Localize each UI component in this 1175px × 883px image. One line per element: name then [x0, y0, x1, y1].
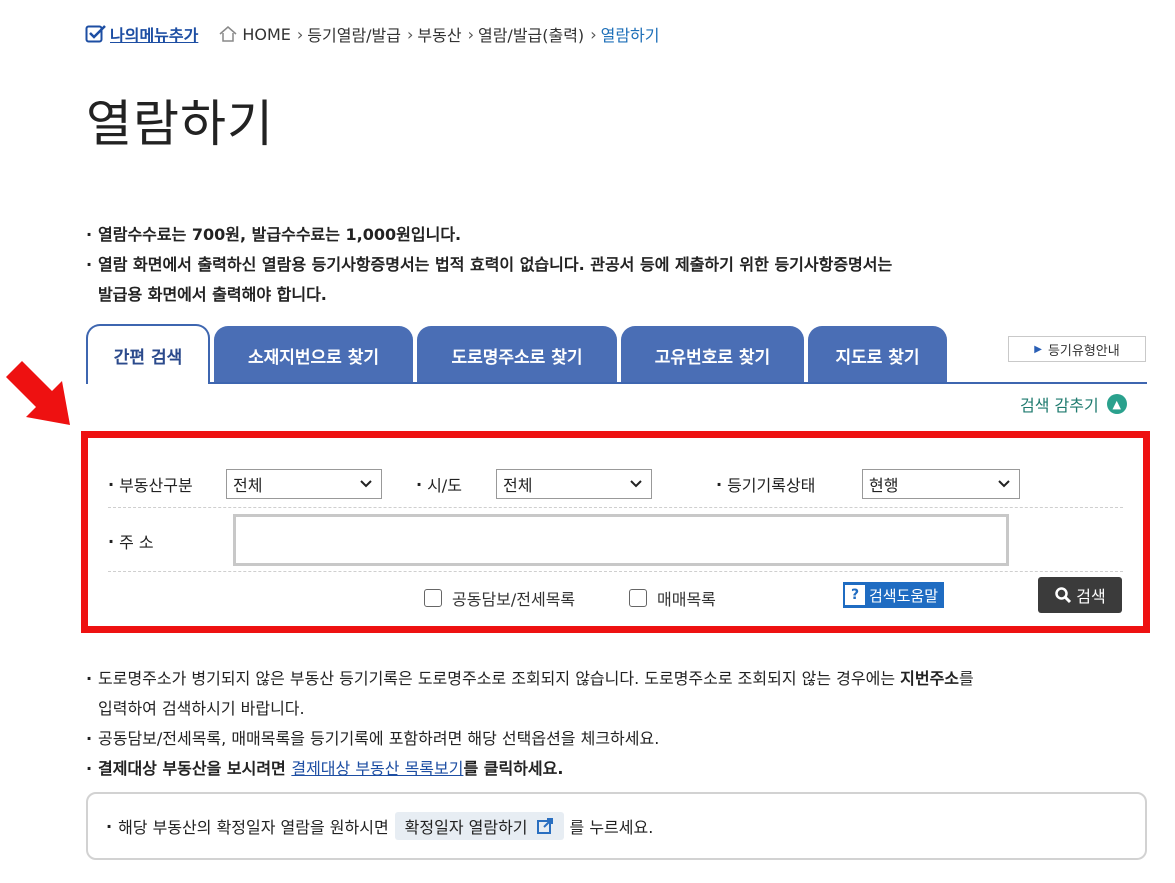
- bullet: ·: [106, 816, 113, 836]
- address-input[interactable]: [233, 514, 1009, 566]
- region-select[interactable]: 전체: [496, 469, 652, 499]
- tab-label: 지도로 찾기: [835, 347, 920, 368]
- breadcrumb-separator-icon: ›: [590, 24, 597, 44]
- breadcrumb-separator-icon: ›: [467, 24, 474, 44]
- annotation-arrow-icon: [6, 361, 70, 425]
- divider: [108, 571, 1123, 572]
- chevron-down-icon: [630, 480, 642, 488]
- tab-label: 소재지번으로 찾기: [247, 347, 380, 368]
- checkbox-label: 공동담보/전세목록: [452, 590, 576, 609]
- confirmation-date-view-button[interactable]: 확정일자 열람하기: [394, 812, 564, 840]
- hide-search-label: 검색 감추기: [1020, 396, 1099, 415]
- registry-type-guide-button[interactable]: ▶ 등기유형안내: [1008, 336, 1146, 362]
- search-icon: [1055, 587, 1072, 604]
- trade-list-checkbox[interactable]: 매매목록: [629, 586, 716, 610]
- checkbox-box[interactable]: [424, 589, 442, 607]
- tab-label: 도로명주소로 찾기: [451, 347, 583, 368]
- usage-notes: · 도로명주소가 병기되지 않은 부동산 등기기록은 도로명주소로 조회되지 않습…: [86, 664, 1166, 784]
- note-text: 를 클릭하세요.: [463, 759, 564, 778]
- tab-simple-search[interactable]: 간편 검색: [86, 324, 210, 384]
- property-type-label: · 부동산구분: [108, 474, 193, 496]
- note-item-continuation: 발급용 화면에서 출력해야 합니다.: [98, 285, 327, 304]
- fee-notes: · 열람수수료는 700원, 발급수수료는 1,000원입니다. · 열람 화면에서…: [86, 220, 1166, 310]
- breadcrumb-item-view-issue[interactable]: 열람/발급(출력): [478, 22, 584, 46]
- tab-map-search[interactable]: 지도로 찾기: [808, 326, 947, 384]
- tab-label: 고유번호로 찾기: [654, 347, 771, 368]
- payment-property-list-link[interactable]: 결제대상 부동산 목록보기: [291, 759, 463, 778]
- note-text: 열람수수료는 700원, 발급수수료는 1,000원입니다.: [98, 225, 462, 244]
- add-my-menu-link[interactable]: 나의메뉴추가: [85, 22, 198, 46]
- address-label: · 주 소: [108, 531, 154, 553]
- property-type-select[interactable]: 전체: [226, 469, 382, 499]
- note-text: 를: [959, 669, 974, 688]
- add-my-menu-label: 나의메뉴추가: [110, 26, 199, 45]
- search-row-address: · 주 소: [108, 510, 1123, 572]
- note-item: · 결제대상 부동산을 보시려면 결제대상 부동산 목록보기를 클릭하세요.: [86, 759, 564, 778]
- info-text: 를 누르세요.: [569, 818, 654, 837]
- note-item-continuation: 입력하여 검색하시기 바랍니다.: [98, 699, 305, 718]
- breadcrumb-separator-icon: ›: [407, 24, 414, 44]
- page-title: 열람하기: [86, 95, 274, 153]
- tab-label: 간편 검색: [113, 347, 183, 368]
- record-status-label: · 등기기록상태: [716, 474, 816, 496]
- search-button-label: 검색: [1076, 587, 1106, 606]
- breadcrumb-item-real-estate[interactable]: 부동산: [417, 22, 461, 46]
- note-item: · 도로명주소가 병기되지 않은 부동산 등기기록은 도로명주소로 조회되지 않습…: [86, 669, 974, 688]
- joint-collateral-checkbox[interactable]: 공동담보/전세목록: [424, 586, 575, 610]
- checkbox-icon: [85, 25, 106, 43]
- info-text: 해당 부동산의 확정일자 열람을 원하시면: [118, 818, 389, 837]
- select-value: 전체: [233, 476, 263, 495]
- tab-unique-number-search[interactable]: 고유번호로 찾기: [621, 326, 804, 384]
- breadcrumb-home[interactable]: HOME: [242, 25, 291, 44]
- divider: [108, 507, 1123, 508]
- chevron-down-icon: [998, 480, 1010, 488]
- note-item: · 열람 화면에서 출력하신 열람용 등기사항증명서는 법적 효력이 없습니다. …: [86, 255, 893, 274]
- help-label: 검색도움말: [869, 586, 939, 605]
- note-emphasis: 지번주소: [900, 669, 960, 688]
- tab-road-address-search[interactable]: 도로명주소로 찾기: [417, 326, 617, 384]
- arrow-right-icon: ▶: [1034, 343, 1042, 355]
- note-text: 결제대상 부동산을 보시려면: [98, 759, 292, 778]
- breadcrumb-item-registry[interactable]: 등기열람/발급: [307, 22, 401, 46]
- note-item: · 공동담보/전세목록, 매매목록을 등기기록에 포함하려면 해당 선택옵션을 체…: [86, 729, 660, 748]
- record-status-select[interactable]: 현행: [862, 469, 1020, 499]
- search-form: · 부동산구분 전체 · 시/도 전체 · 등기기록상태 현행 · 주 소 공동담보/전…: [81, 431, 1150, 633]
- date-button-label: 확정일자 열람하기: [404, 818, 528, 837]
- tab-underline: [210, 382, 1147, 384]
- note-text: 도로명주소가 병기되지 않은 부동산 등기기록은 도로명주소로 조회되지 않습니…: [98, 669, 901, 688]
- confirmation-date-info-box: · 해당 부동산의 확정일자 열람을 원하시면 확정일자 열람하기 를 누르세요…: [86, 792, 1147, 860]
- select-value: 전체: [503, 476, 533, 495]
- breadcrumb-current: 열람하기: [600, 26, 660, 45]
- hide-search-toggle[interactable]: 검색 감추기 ▲: [1020, 392, 1127, 416]
- search-row-filters: · 부동산구분 전체 · 시/도 전체 · 등기기록상태 현행: [108, 464, 1123, 504]
- search-tabs: 간편 검색 소재지번으로 찾기 도로명주소로 찾기 고유번호로 찾기 지도로 찾…: [86, 324, 951, 384]
- search-button[interactable]: 검색: [1038, 577, 1122, 613]
- breadcrumb-separator-icon: ›: [296, 24, 304, 44]
- external-link-icon: [536, 818, 553, 834]
- note-item: · 열람수수료는 700원, 발급수수료는 1,000원입니다.: [86, 225, 462, 244]
- note-text: 열람 화면에서 출력하신 열람용 등기사항증명서는 법적 효력이 없습니다. 관…: [98, 255, 893, 274]
- search-help-button[interactable]: ? 검색도움말: [843, 582, 945, 608]
- chevron-up-icon: ▲: [1106, 394, 1127, 414]
- chevron-down-icon: [360, 480, 372, 488]
- region-label: · 시/도: [416, 474, 462, 496]
- home-icon[interactable]: [218, 25, 238, 43]
- checkbox-label: 매매목록: [657, 590, 716, 609]
- breadcrumb: 나의메뉴추가 HOME › 등기열람/발급 › 부동산 › 열람/발급(출력) …: [85, 22, 659, 46]
- note-text: 공동담보/전세목록, 매매목록을 등기기록에 포함하려면 해당 선택옵션을 체크…: [98, 729, 660, 748]
- search-row-options: 공동담보/전세목록 매매목록 ? 검색도움말 검색: [108, 574, 1123, 616]
- tab-lot-number-search[interactable]: 소재지번으로 찾기: [214, 326, 413, 384]
- select-value: 현행: [869, 476, 899, 495]
- checkbox-box[interactable]: [629, 589, 647, 607]
- question-icon: ?: [845, 585, 865, 605]
- guide-button-label: 등기유형안내: [1047, 343, 1120, 359]
